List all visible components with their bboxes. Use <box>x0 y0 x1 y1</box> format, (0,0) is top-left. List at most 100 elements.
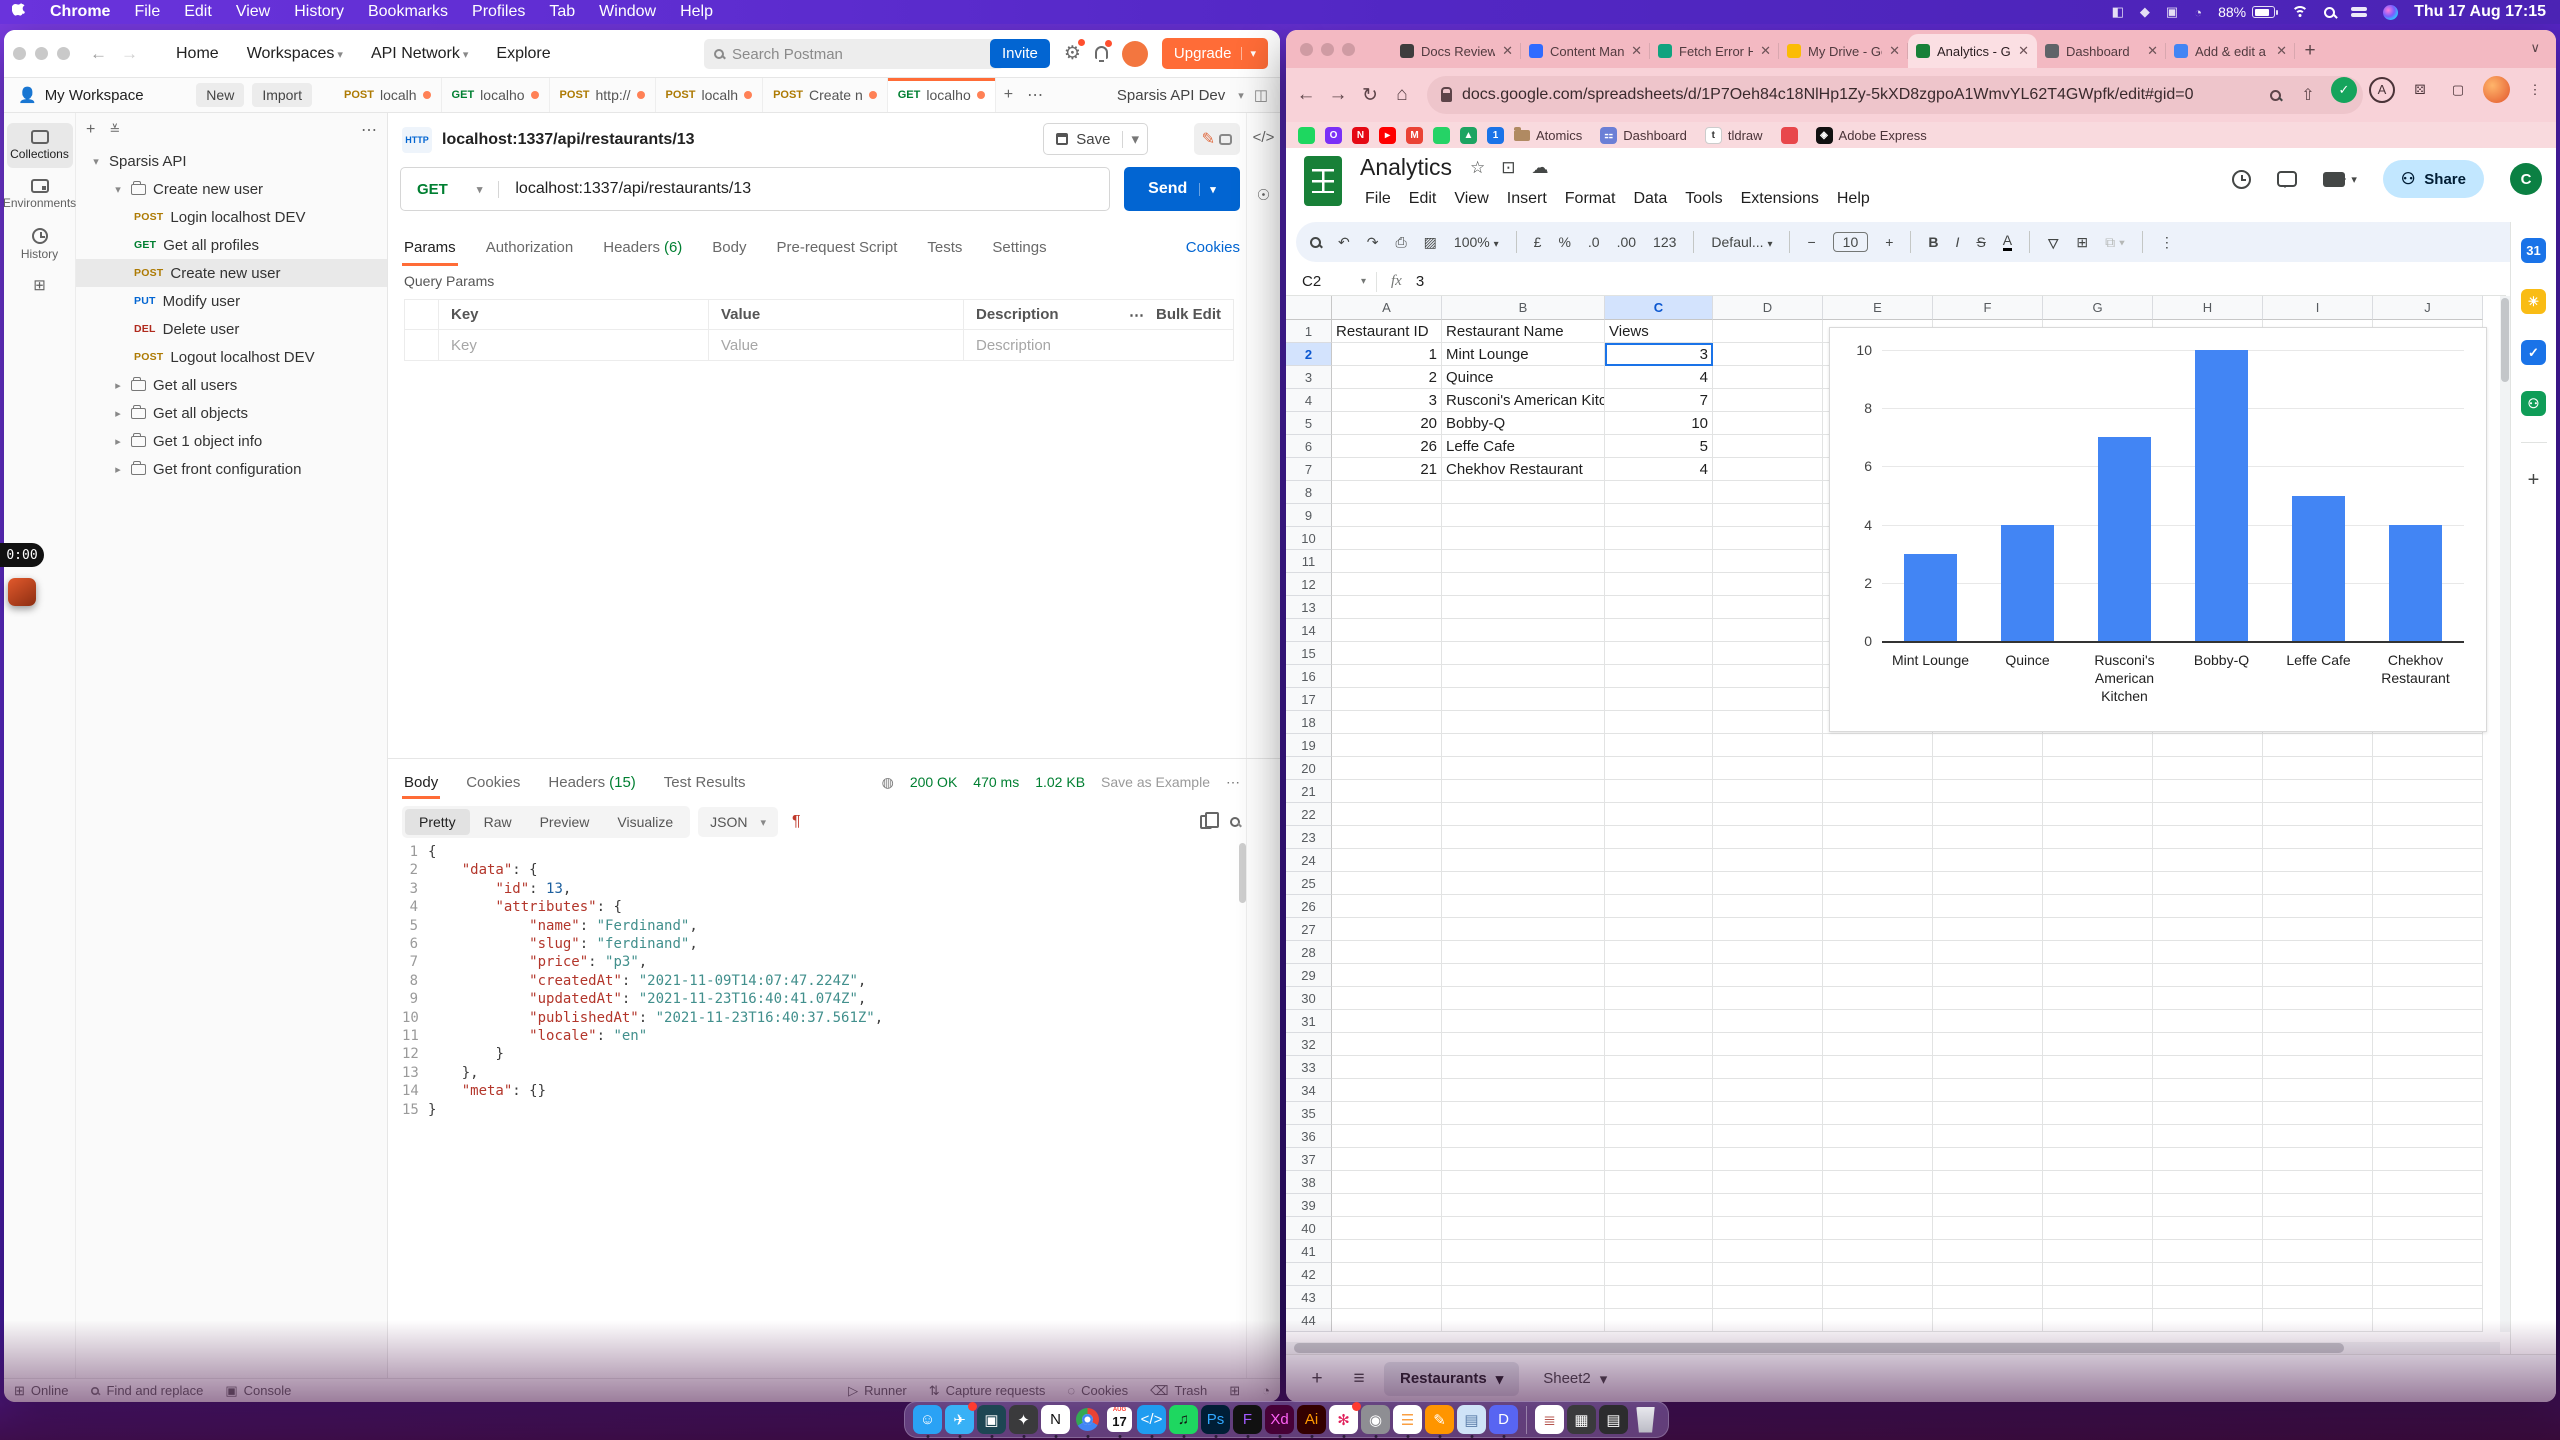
cell-C7[interactable]: 4 <box>1605 458 1713 481</box>
chrome-menu-icon[interactable]: ⋮ <box>2522 77 2548 103</box>
cell-G42[interactable] <box>2043 1263 2153 1286</box>
move-folder-icon[interactable]: ⊡ <box>1501 158 1515 178</box>
cell-A22[interactable] <box>1332 803 1442 826</box>
cell-G30[interactable] <box>2043 987 2153 1010</box>
wifi-icon[interactable] <box>2291 6 2308 19</box>
tree-request[interactable]: GETGet all profiles <box>76 231 387 259</box>
cell-J25[interactable] <box>2373 872 2483 895</box>
cell-B34[interactable] <box>1442 1079 1605 1102</box>
row-header-42[interactable]: 42 <box>1286 1263 1332 1286</box>
cell-I19[interactable] <box>2263 734 2373 757</box>
cell-H39[interactable] <box>2153 1194 2263 1217</box>
cell-D34[interactable] <box>1713 1079 1823 1102</box>
send-button[interactable]: Send ▾ <box>1124 167 1240 211</box>
cell-J24[interactable] <box>2373 849 2483 872</box>
cell-A41[interactable] <box>1332 1240 1442 1263</box>
cell-A8[interactable] <box>1332 481 1442 504</box>
row-header-20[interactable]: 20 <box>1286 757 1332 780</box>
cell-D15[interactable] <box>1713 642 1823 665</box>
cell-B30[interactable] <box>1442 987 1605 1010</box>
cell-D6[interactable] <box>1713 435 1823 458</box>
request-tab[interactable]: POSTlocalh <box>656 78 764 112</box>
row-header-15[interactable]: 15 <box>1286 642 1332 665</box>
dock-chrome[interactable] <box>1073 1405 1102 1434</box>
cell-A26[interactable] <box>1332 895 1442 918</box>
cell-E36[interactable] <box>1823 1125 1933 1148</box>
cell-B12[interactable] <box>1442 573 1605 596</box>
cell-F36[interactable] <box>1933 1125 2043 1148</box>
cell-G27[interactable] <box>2043 918 2153 941</box>
cell-D28[interactable] <box>1713 941 1823 964</box>
maximize-button[interactable] <box>1342 43 1355 56</box>
dock-pen-app[interactable]: ✎ <box>1425 1405 1454 1434</box>
response-tab-cookies[interactable]: Cookies <box>464 767 522 798</box>
chart-bar[interactable] <box>2292 496 2345 642</box>
cell-A36[interactable] <box>1332 1125 1442 1148</box>
row-header-25[interactable]: 25 <box>1286 872 1332 895</box>
cell-A43[interactable] <box>1332 1286 1442 1309</box>
extension-a-icon[interactable]: A <box>2369 77 2395 103</box>
cell-C4[interactable]: 7 <box>1605 389 1713 412</box>
cell-I20[interactable] <box>2263 757 2373 780</box>
cell-F33[interactable] <box>1933 1056 2043 1079</box>
cell-C40[interactable] <box>1605 1217 1713 1240</box>
view-pretty[interactable]: Pretty <box>405 809 470 835</box>
cell-I39[interactable] <box>2263 1194 2373 1217</box>
comments-icon[interactable] <box>2277 171 2297 187</box>
cell-H22[interactable] <box>2153 803 2263 826</box>
format-dropdown[interactable]: JSON▾ <box>698 807 778 837</box>
cell-B6[interactable]: Leffe Cafe <box>1442 435 1605 458</box>
cell-I43[interactable] <box>2263 1286 2373 1309</box>
cell-E37[interactable] <box>1823 1148 1933 1171</box>
cell-D9[interactable] <box>1713 504 1823 527</box>
tab-close-icon[interactable]: ✕ <box>1631 43 1642 59</box>
cell-B42[interactable] <box>1442 1263 1605 1286</box>
increase-decimal-icon[interactable]: .00 <box>1617 234 1636 250</box>
cell-H21[interactable] <box>2153 780 2263 803</box>
cell-G39[interactable] <box>2043 1194 2153 1217</box>
decrease-font-icon[interactable]: − <box>1807 234 1815 250</box>
column-header-A[interactable]: A <box>1332 296 1442 320</box>
menu-help[interactable]: Help <box>668 3 725 21</box>
column-header-J[interactable]: J <box>2373 296 2483 320</box>
cell-A20[interactable] <box>1332 757 1442 780</box>
sidebar-filter-icon[interactable]: ≚ <box>109 122 120 138</box>
row-header-7[interactable]: 7 <box>1286 458 1332 481</box>
cell-A39[interactable] <box>1332 1194 1442 1217</box>
battery-icon[interactable] <box>2252 6 2275 18</box>
chart-bar[interactable] <box>2001 525 2054 641</box>
cell-B25[interactable] <box>1442 872 1605 895</box>
cell-A11[interactable] <box>1332 550 1442 573</box>
cell-C14[interactable] <box>1605 619 1713 642</box>
workspace-name[interactable]: My Workspace <box>45 87 144 104</box>
cell-I36[interactable] <box>2263 1125 2373 1148</box>
cell-I34[interactable] <box>2263 1079 2373 1102</box>
cell-H23[interactable] <box>2153 826 2263 849</box>
settings-gear-icon[interactable]: ⚙ <box>1064 42 1081 65</box>
row-header-14[interactable]: 14 <box>1286 619 1332 642</box>
edit-pencil-icon[interactable]: ✎ <box>1202 129 1215 149</box>
increase-font-icon[interactable]: + <box>1885 234 1893 250</box>
cell-E35[interactable] <box>1823 1102 1933 1125</box>
cell-J40[interactable] <box>2373 1217 2483 1240</box>
siri-icon[interactable] <box>2383 5 2398 20</box>
sheets-menu-extensions[interactable]: Extensions <box>1732 188 1828 210</box>
more-formats-icon[interactable]: 123 <box>1653 234 1676 250</box>
cookies-link[interactable]: Cookies <box>1186 239 1240 256</box>
add-tab-icon[interactable]: + <box>996 78 1021 112</box>
get-addons-icon[interactable]: + <box>2528 469 2540 492</box>
select-all-corner[interactable] <box>1286 296 1332 320</box>
cell-C16[interactable] <box>1605 665 1713 688</box>
spotlight-icon[interactable] <box>2324 7 2335 18</box>
postman-nav-home[interactable]: Home <box>164 39 231 69</box>
tasks-icon[interactable]: ✓ <box>2521 340 2546 365</box>
sheets-logo-icon[interactable] <box>1304 156 1342 206</box>
invite-button[interactable]: Invite <box>990 39 1050 68</box>
row-header-41[interactable]: 41 <box>1286 1240 1332 1263</box>
dock-photoshop[interactable]: Ps <box>1201 1405 1230 1434</box>
cell-D32[interactable] <box>1713 1033 1823 1056</box>
cell-F19[interactable] <box>1933 734 2043 757</box>
vertical-scrollbar[interactable] <box>2500 296 2510 1332</box>
response-scrollbar[interactable] <box>1239 843 1246 903</box>
cell-J38[interactable] <box>2373 1171 2483 1194</box>
